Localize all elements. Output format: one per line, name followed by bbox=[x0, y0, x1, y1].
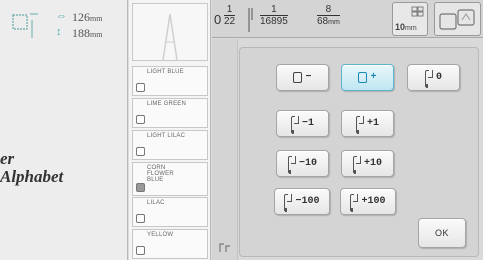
forward-10-stitches-label: +10 bbox=[363, 158, 382, 169]
thread-name: LIGHT BLUE bbox=[147, 69, 184, 75]
needle-icon bbox=[424, 69, 433, 88]
thread-color-list: LIGHT BLUE LIME GREEN LIGHT LILAC CORN F… bbox=[129, 0, 211, 260]
thread-item[interactable]: LILAC bbox=[132, 197, 208, 227]
time-unit: mm bbox=[328, 19, 340, 26]
thread-spool-icon bbox=[293, 72, 303, 83]
time-current: 8 bbox=[317, 4, 340, 16]
forward-1-stitch-button[interactable]: +1 bbox=[341, 110, 394, 137]
letter-a-thumbnail-icon bbox=[162, 13, 178, 61]
previous-color-label: − bbox=[305, 72, 312, 83]
design-preview-panel: ⇔ 126mm ↕ 188mm er Alphabet bbox=[0, 0, 128, 260]
needle-icon bbox=[290, 115, 299, 134]
next-color-label: + bbox=[370, 72, 377, 83]
thread-swatch-icon bbox=[136, 246, 145, 255]
needle-icon bbox=[355, 115, 364, 134]
height-unit: mm bbox=[90, 30, 103, 39]
design-name-line1: er bbox=[0, 149, 15, 168]
design-name: er Alphabet bbox=[0, 150, 128, 186]
width-unit: mm bbox=[90, 14, 103, 23]
needle-icon bbox=[287, 155, 296, 174]
stitch-info-bar: 0 1 22 1 16895 8 68mm 10mm bbox=[212, 0, 483, 38]
stitch-current: 1 bbox=[260, 4, 288, 16]
thread-item[interactable]: CORN FLOWER BLUE bbox=[132, 162, 208, 196]
design-size-display: ⇔ 126mm ↕ 188mm bbox=[10, 8, 125, 48]
back-10-stitches-button[interactable]: −10 bbox=[276, 150, 329, 177]
back-1-stitch-button[interactable]: −1 bbox=[276, 110, 329, 137]
needle-icon bbox=[352, 155, 361, 174]
start-point-button[interactable]: 0 bbox=[407, 64, 460, 91]
grid-icon bbox=[411, 6, 424, 17]
view-icon bbox=[439, 9, 475, 30]
stitch-icon bbox=[219, 243, 230, 252]
thread-swatch-icon bbox=[136, 214, 145, 223]
needle-icon bbox=[350, 193, 359, 212]
time-total: 68mm bbox=[317, 16, 340, 28]
color-count-fraction: 1 22 bbox=[224, 4, 236, 27]
stitch-navigation-panel: − + 0 −1 +1 −10 +10 −100 +100 OK bbox=[239, 47, 479, 257]
next-color-button[interactable]: + bbox=[341, 64, 394, 91]
thread-swatch-icon bbox=[136, 115, 145, 124]
forward-100-stitches-label: +100 bbox=[361, 196, 386, 207]
previous-color-button[interactable]: − bbox=[276, 64, 329, 91]
forward-1-stitch-label: +1 bbox=[366, 118, 379, 129]
back-100-stitches-button[interactable]: −100 bbox=[274, 188, 330, 215]
thread-name: YELLOW bbox=[147, 232, 174, 238]
back-10-stitches-label: −10 bbox=[298, 158, 317, 169]
thread-item[interactable]: LIGHT LILAC bbox=[132, 130, 208, 160]
ok-button[interactable]: OK bbox=[418, 218, 466, 248]
thread-name: LIGHT LILAC bbox=[147, 133, 186, 139]
width-readout: ⇔ 126mm bbox=[56, 10, 103, 24]
thread-item[interactable]: LIME GREEN bbox=[132, 98, 208, 128]
time-total-value: 68 bbox=[317, 16, 329, 27]
thread-name: LIME GREEN bbox=[147, 101, 187, 107]
design-name-line2: Alphabet bbox=[0, 167, 64, 186]
thread-name: CORN FLOWER BLUE bbox=[147, 165, 174, 183]
start-point-label: 0 bbox=[435, 72, 442, 83]
stitch-step-box[interactable]: 10mm bbox=[392, 2, 428, 36]
thread-name: LILAC bbox=[147, 200, 165, 206]
thread-swatch-icon bbox=[136, 147, 145, 156]
color-total: 22 bbox=[224, 16, 236, 27]
needle-icon bbox=[248, 8, 253, 32]
thread-item[interactable]: YELLOW bbox=[132, 229, 208, 259]
time-fraction: 8 68mm bbox=[317, 4, 340, 28]
stitch-total: 16895 bbox=[260, 16, 288, 27]
stitch-count-fraction: 1 16895 bbox=[260, 4, 288, 27]
height-readout: ↕ 188mm bbox=[56, 26, 103, 40]
back-100-stitches-label: −100 bbox=[295, 196, 320, 207]
thread-item[interactable]: LIGHT BLUE bbox=[132, 66, 208, 96]
design-thumbnail bbox=[132, 3, 208, 61]
stitch-position-zero: 0 bbox=[214, 12, 222, 27]
side-ruler bbox=[212, 39, 238, 260]
ok-label: OK bbox=[434, 228, 449, 238]
stitch-step-label: 10mm bbox=[395, 22, 417, 32]
back-1-stitch-label: −1 bbox=[301, 118, 314, 129]
color-current: 1 bbox=[224, 4, 236, 16]
needle-icon bbox=[284, 193, 293, 212]
size-icon bbox=[12, 13, 38, 38]
stitch-step-value: 10 bbox=[395, 22, 406, 32]
width-value: 126 bbox=[72, 10, 90, 24]
thread-spool-icon bbox=[358, 72, 368, 83]
stitch-step-unit: mm bbox=[405, 25, 417, 32]
main-area: − + 0 −1 +1 −10 +10 −100 +100 OK bbox=[212, 39, 483, 260]
view-toggle-button[interactable] bbox=[434, 2, 481, 36]
thread-swatch-icon bbox=[136, 183, 145, 192]
height-value: 188 bbox=[72, 26, 90, 40]
thread-swatch-icon bbox=[136, 83, 145, 92]
forward-100-stitches-button[interactable]: +100 bbox=[340, 188, 396, 215]
forward-10-stitches-button[interactable]: +10 bbox=[341, 150, 394, 177]
